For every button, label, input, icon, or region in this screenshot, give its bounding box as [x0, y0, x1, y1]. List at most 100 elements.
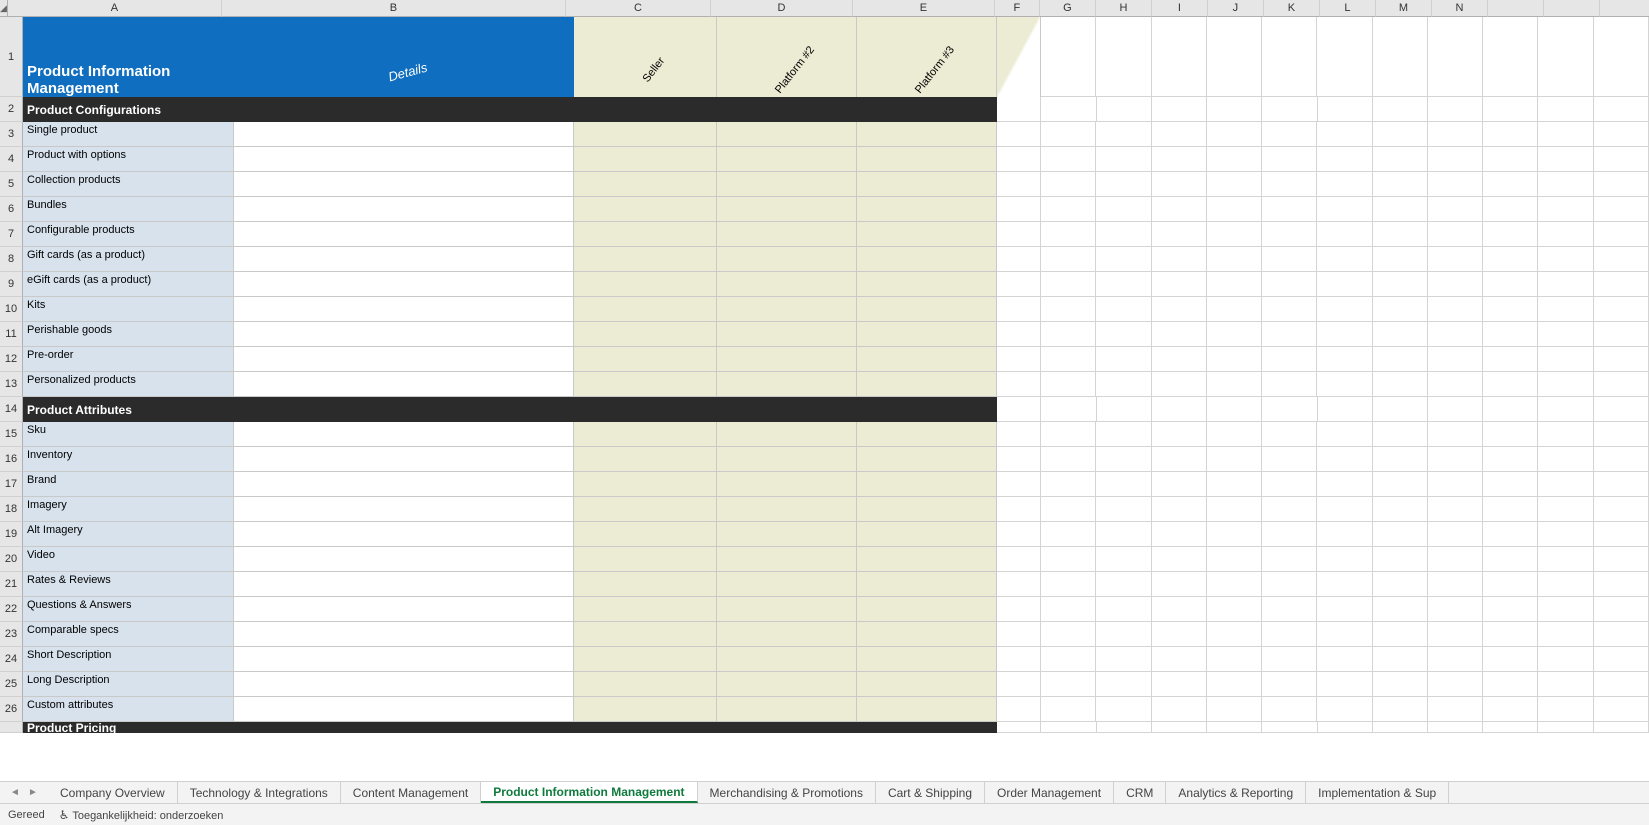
row-label[interactable]: Alt Imagery: [23, 522, 234, 547]
cell[interactable]: [234, 197, 573, 222]
cell[interactable]: [1096, 422, 1151, 447]
cell[interactable]: [574, 347, 717, 372]
cell[interactable]: [1041, 697, 1096, 722]
cell[interactable]: [997, 172, 1041, 197]
cell[interactable]: [1207, 447, 1262, 472]
cell[interactable]: [1041, 247, 1096, 272]
cell[interactable]: [1041, 672, 1096, 697]
platform-header[interactable]: Seller: [574, 17, 717, 97]
cells-area[interactable]: Product Information ManagementDetailsSel…: [23, 17, 1649, 785]
cell[interactable]: [234, 97, 573, 122]
row-header-7[interactable]: 7: [0, 222, 23, 247]
cell[interactable]: [997, 347, 1041, 372]
cell[interactable]: [1483, 647, 1538, 672]
cell[interactable]: [1594, 347, 1649, 372]
cell[interactable]: [1317, 547, 1372, 572]
cell[interactable]: [1428, 122, 1483, 147]
cell[interactable]: [1041, 172, 1096, 197]
cell[interactable]: [1317, 247, 1372, 272]
cell[interactable]: [1207, 572, 1262, 597]
cell[interactable]: [857, 322, 997, 347]
cell[interactable]: [1538, 97, 1593, 122]
cell[interactable]: [1538, 422, 1593, 447]
cell[interactable]: [234, 247, 573, 272]
row-label[interactable]: Configurable products: [23, 222, 234, 247]
cell[interactable]: [1041, 422, 1096, 447]
cell[interactable]: [857, 672, 997, 697]
cell[interactable]: [1373, 17, 1428, 97]
cell[interactable]: [1538, 522, 1593, 547]
row-label[interactable]: Video: [23, 547, 234, 572]
cell[interactable]: [1538, 397, 1593, 422]
cell[interactable]: [1318, 97, 1373, 122]
cell[interactable]: [1207, 647, 1262, 672]
sheet-tab[interactable]: Company Overview: [48, 782, 178, 803]
cell[interactable]: [1262, 372, 1317, 397]
cell[interactable]: [717, 297, 857, 322]
cell[interactable]: [234, 272, 573, 297]
cell[interactable]: [1373, 597, 1428, 622]
cell[interactable]: [1096, 447, 1151, 472]
cell[interactable]: [997, 497, 1041, 522]
cell[interactable]: [1152, 697, 1207, 722]
cell[interactable]: [1538, 222, 1593, 247]
platform-header[interactable]: Platform #2: [717, 17, 857, 97]
row-label[interactable]: Pre-order: [23, 347, 234, 372]
cell[interactable]: [1428, 397, 1483, 422]
cell[interactable]: [1538, 172, 1593, 197]
cell[interactable]: [717, 122, 857, 147]
cell[interactable]: [857, 297, 997, 322]
cell[interactable]: [1483, 172, 1538, 197]
cell[interactable]: [1096, 647, 1151, 672]
cell[interactable]: [997, 672, 1041, 697]
cell[interactable]: [1538, 347, 1593, 372]
col-header-J[interactable]: J: [1208, 0, 1264, 17]
tab-next-icon[interactable]: ►: [26, 786, 40, 800]
cell[interactable]: [1594, 672, 1649, 697]
cell[interactable]: [1538, 272, 1593, 297]
cell[interactable]: [1428, 622, 1483, 647]
cell[interactable]: [857, 497, 997, 522]
cell[interactable]: [997, 122, 1041, 147]
cell[interactable]: [857, 372, 997, 397]
col-header[interactable]: [1544, 0, 1600, 17]
cell[interactable]: [1317, 647, 1372, 672]
cell[interactable]: [1152, 17, 1207, 97]
cell[interactable]: [1152, 422, 1207, 447]
cell[interactable]: [717, 272, 857, 297]
cell[interactable]: [1594, 647, 1649, 672]
cell[interactable]: [997, 722, 1041, 733]
cell[interactable]: [997, 422, 1041, 447]
cell[interactable]: [1096, 297, 1151, 322]
cell[interactable]: [574, 547, 717, 572]
cell[interactable]: [1262, 122, 1317, 147]
cell[interactable]: [234, 447, 573, 472]
cell[interactable]: [1373, 722, 1428, 733]
sheet-tab[interactable]: Order Management: [985, 782, 1114, 803]
row-label[interactable]: Personalized products: [23, 372, 234, 397]
cell[interactable]: [717, 247, 857, 272]
row-header-10[interactable]: 10: [0, 297, 23, 322]
cell[interactable]: [234, 522, 573, 547]
cell[interactable]: [1096, 172, 1151, 197]
cell[interactable]: [1428, 647, 1483, 672]
cell[interactable]: [1152, 147, 1207, 172]
cell[interactable]: [1096, 697, 1151, 722]
cell[interactable]: [1041, 147, 1096, 172]
cell[interactable]: [1041, 472, 1096, 497]
section-header[interactable]: Product Attributes: [23, 397, 234, 422]
cell[interactable]: [1317, 447, 1372, 472]
cell[interactable]: [1262, 522, 1317, 547]
col-header[interactable]: [1488, 0, 1544, 17]
cell[interactable]: [1594, 422, 1649, 447]
cell[interactable]: [574, 97, 717, 122]
cell[interactable]: [1041, 447, 1096, 472]
col-header-L[interactable]: L: [1320, 0, 1376, 17]
cell[interactable]: [234, 397, 573, 422]
cell[interactable]: [1262, 447, 1317, 472]
cell[interactable]: [1041, 522, 1096, 547]
cell[interactable]: [234, 372, 573, 397]
row-header-4[interactable]: 4: [0, 147, 23, 172]
cell[interactable]: [1373, 147, 1428, 172]
cell[interactable]: [717, 397, 857, 422]
